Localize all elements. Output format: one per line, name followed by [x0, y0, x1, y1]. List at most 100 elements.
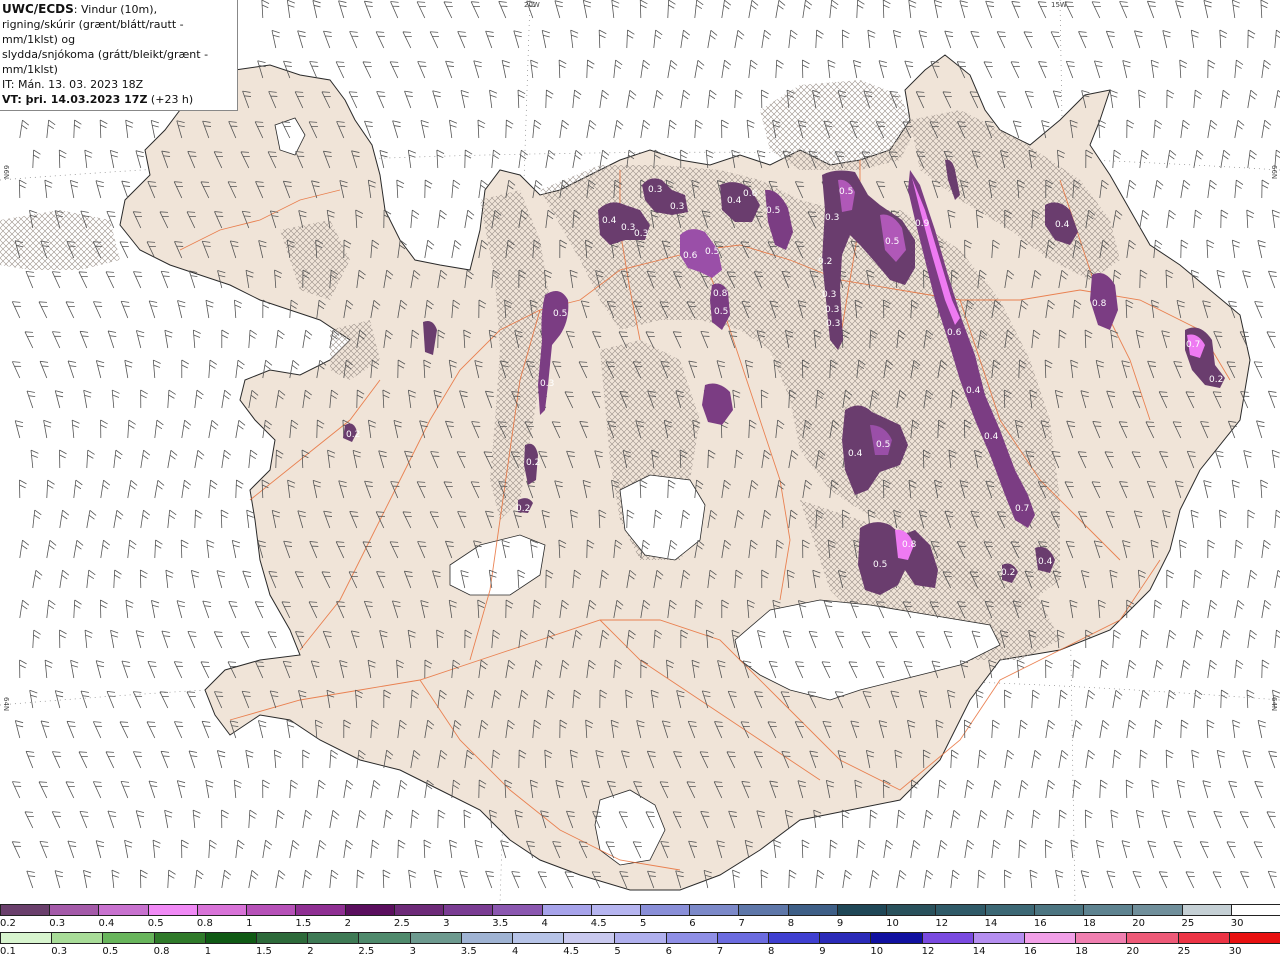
precip-label: 0.3 [648, 185, 662, 195]
precip-label: 0.2 [346, 430, 360, 440]
precip-label: 0.3 [540, 379, 554, 389]
legend-swatch [1024, 932, 1077, 944]
precip-label: 0.8 [902, 540, 917, 550]
legend-label: 0.1 [0, 946, 16, 957]
snow-legend-colorbar [0, 904, 1280, 916]
precip-label: 0.4 [966, 386, 981, 396]
legend-swatch [512, 932, 565, 944]
legend-label: 0.3 [51, 946, 68, 957]
legend-label: 2.5 [393, 918, 410, 929]
legend-label: 5 [640, 918, 647, 929]
precip-label: 0.5 [553, 309, 567, 319]
legend-label: 10 [870, 946, 884, 957]
legend-swatch [1228, 932, 1280, 944]
precip-label: 0.8 [1092, 299, 1107, 309]
map-info-box: UWC/ECDS: Vindur (10m), rigning/skúrir (… [0, 0, 238, 111]
legend-label: 20 [1126, 946, 1140, 957]
legend-label: 16 [1033, 918, 1047, 929]
precip-label: 0.4 [984, 432, 999, 442]
legend-swatch [196, 904, 248, 916]
legend-label: 5 [614, 946, 621, 957]
legend-swatch [49, 904, 100, 916]
legend-swatch [563, 932, 616, 944]
info-line-1-text: : Vindur (10m), [73, 3, 158, 16]
lat-label-right-upper: 66N [1270, 165, 1278, 180]
legend-swatch [256, 932, 309, 944]
lon-label-20w: 20W [524, 1, 540, 9]
precip-label: 0.6 [743, 189, 758, 199]
legend-label: 3.5 [492, 918, 509, 929]
lon-label-15w: 15W [1051, 1, 1067, 9]
legend-swatch [640, 904, 691, 916]
legend-swatch [787, 904, 838, 916]
legend-label: 8 [787, 918, 795, 929]
precip-label: 0.4 [848, 449, 863, 459]
legend-label: 1 [246, 918, 253, 929]
legend-swatch [204, 932, 257, 944]
precip-label: 0.3 [826, 319, 840, 329]
legend-label: 7 [716, 946, 724, 957]
legend-swatch [738, 904, 789, 916]
legend-swatch [1083, 904, 1134, 916]
precip-label: 0.5 [873, 560, 887, 570]
precip-label: 0.4 [727, 196, 742, 206]
legend-swatch [1033, 904, 1085, 916]
legend-label: 4 [541, 918, 548, 929]
legend-swatch [541, 904, 592, 916]
precip-label: 0.2 [526, 458, 540, 468]
legend-swatch [1132, 904, 1183, 916]
precip-label: 0.2 [1001, 568, 1015, 578]
legend-label: 0.2 [0, 918, 16, 929]
legend-swatch [393, 904, 445, 916]
precip-label: 0.3 [825, 213, 839, 223]
legend-swatch [886, 904, 937, 916]
legend-swatch [836, 904, 888, 916]
initial-time: IT: Mán. 13. 03. 2023 18Z [2, 78, 144, 91]
legend-label: 4.5 [563, 946, 580, 957]
precip-label: 0.8 [713, 289, 728, 299]
product-title: UWC/ECDS [2, 2, 74, 16]
lat-label-right-lower: 64N [1270, 697, 1278, 712]
legend-label: 3 [409, 946, 416, 957]
info-line-1: UWC/ECDS: Vindur (10m), [2, 2, 235, 17]
rain-legend-labels: 0.1 0.3 0.5 0.8 1 1.5 2 2.5 3 3.5 4 4.5 5 6 7 8 9 10 12 14 1… [0, 946, 1280, 958]
legend-swatch [147, 904, 198, 916]
rain-legend-colorbar [0, 932, 1280, 944]
legend-label: 9 [836, 918, 844, 929]
precip-label: 0.7 [1186, 340, 1200, 350]
precip-label: 0.2 [1209, 375, 1223, 385]
legend-swatch [716, 932, 769, 944]
legend-label: 9 [819, 946, 826, 957]
precip-label: 0.2 [818, 257, 832, 267]
legend-label: 0.5 [147, 918, 164, 929]
legend-label: 4.5 [590, 918, 607, 929]
legend-swatch [153, 932, 206, 944]
legend-label: 10 [886, 918, 899, 929]
legend-label: 18 [1075, 946, 1088, 957]
legend-swatch [460, 932, 513, 944]
legend-swatch [102, 932, 155, 944]
precip-label: 0.7 [1015, 504, 1029, 514]
legend-label: 0.5 [102, 946, 119, 957]
legend-swatch [492, 904, 543, 916]
legend-label: 2.5 [358, 946, 375, 957]
legend-swatch [1230, 904, 1280, 916]
legend-swatch [1181, 904, 1232, 916]
legend-swatch [51, 932, 104, 944]
legend-swatch [665, 932, 718, 944]
legend-label: 7 [738, 918, 745, 929]
legend-label: 0.8 [196, 918, 213, 929]
legend-swatch [344, 904, 395, 916]
legend-swatch [295, 904, 346, 916]
legend-swatch [443, 904, 494, 916]
legend-swatch [870, 932, 923, 944]
precip-label: 0.6 [947, 328, 962, 338]
lat-label-left-upper: 66N [2, 165, 10, 180]
legend-label: 2 [344, 918, 351, 929]
legend-label: 3.5 [460, 946, 477, 957]
precip-label: 0.3 [670, 202, 684, 212]
legend-label: 25 [1181, 918, 1195, 929]
legend-swatch [984, 904, 1035, 916]
legend-swatch [819, 932, 872, 944]
legend-swatch [614, 932, 667, 944]
